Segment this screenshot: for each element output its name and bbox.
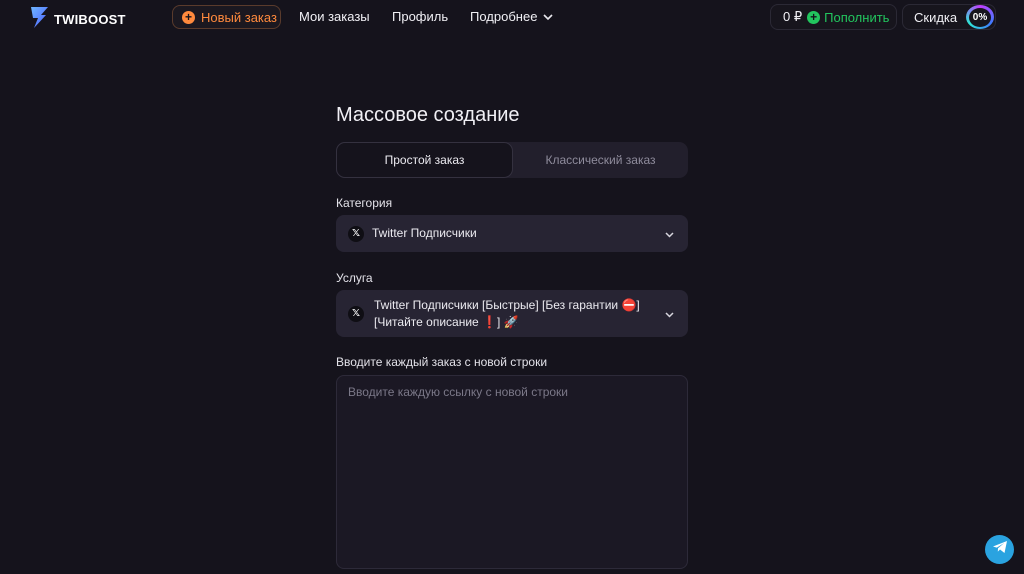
service-select[interactable]: 𝕏 Twitter Подписчики [Быстрые] [Без гара… xyxy=(336,290,688,337)
nav-more-dropdown[interactable]: Подробнее xyxy=(470,9,553,24)
logo-text: TWIBOOST xyxy=(54,12,126,27)
orders-label: Вводите каждый заказ с новой строки xyxy=(336,355,548,369)
topup-button[interactable]: + Пополнить xyxy=(807,10,889,25)
balance-widget: 0 ₽ + Пополнить xyxy=(770,4,897,30)
telegram-support-button[interactable] xyxy=(985,535,1014,564)
topup-label: Пополнить xyxy=(824,9,890,25)
tab-classic-order[interactable]: Классический заказ xyxy=(513,142,688,178)
orders-textarea[interactable] xyxy=(336,375,688,569)
new-order-button[interactable]: + Новый заказ xyxy=(172,5,281,29)
discount-label: Скидка xyxy=(914,9,958,25)
plus-icon: + xyxy=(182,10,195,24)
service-value: Twitter Подписчики [Быстрые] [Без гарант… xyxy=(374,297,640,331)
tab-simple-order[interactable]: Простой заказ xyxy=(336,142,513,178)
service-value-line2: [Читайте описание ❗] 🚀 xyxy=(374,314,519,329)
service-value-line1: Twitter Подписчики [Быстрые] [Без гарант… xyxy=(374,297,640,312)
x-logo-icon: 𝕏 xyxy=(348,225,364,242)
lightning-logo-icon xyxy=(29,5,51,34)
order-type-tabs: Простой заказ Классический заказ xyxy=(336,142,688,178)
category-value: Twitter Подписчики xyxy=(372,226,477,240)
logo[interactable]: TWIBOOST xyxy=(29,5,126,34)
category-select[interactable]: 𝕏 Twitter Подписчики xyxy=(336,215,688,252)
chevron-down-icon xyxy=(665,225,674,243)
nav-more-label: Подробнее xyxy=(470,9,538,24)
discount-widget[interactable]: Скидка 0% xyxy=(902,4,996,30)
discount-value: 0% xyxy=(969,7,991,27)
chevron-down-icon xyxy=(665,305,674,323)
plus-icon: + xyxy=(807,10,821,24)
balance-amount: 0 ₽ xyxy=(783,9,803,24)
nav-profile[interactable]: Профиль xyxy=(392,9,448,24)
chevron-down-icon xyxy=(543,9,553,24)
page-title: Массовое создание xyxy=(336,104,520,126)
top-navbar: TWIBOOST + Новый заказ Мои заказы Профил… xyxy=(0,0,1024,34)
nav-my-orders[interactable]: Мои заказы xyxy=(299,9,370,24)
new-order-label: Новый заказ xyxy=(201,9,277,25)
x-logo-icon: 𝕏 xyxy=(348,305,364,322)
discount-progress-ring: 0% xyxy=(966,5,994,29)
service-label: Услуга xyxy=(336,271,373,285)
category-label: Категория xyxy=(336,196,393,210)
telegram-icon xyxy=(992,540,1008,559)
